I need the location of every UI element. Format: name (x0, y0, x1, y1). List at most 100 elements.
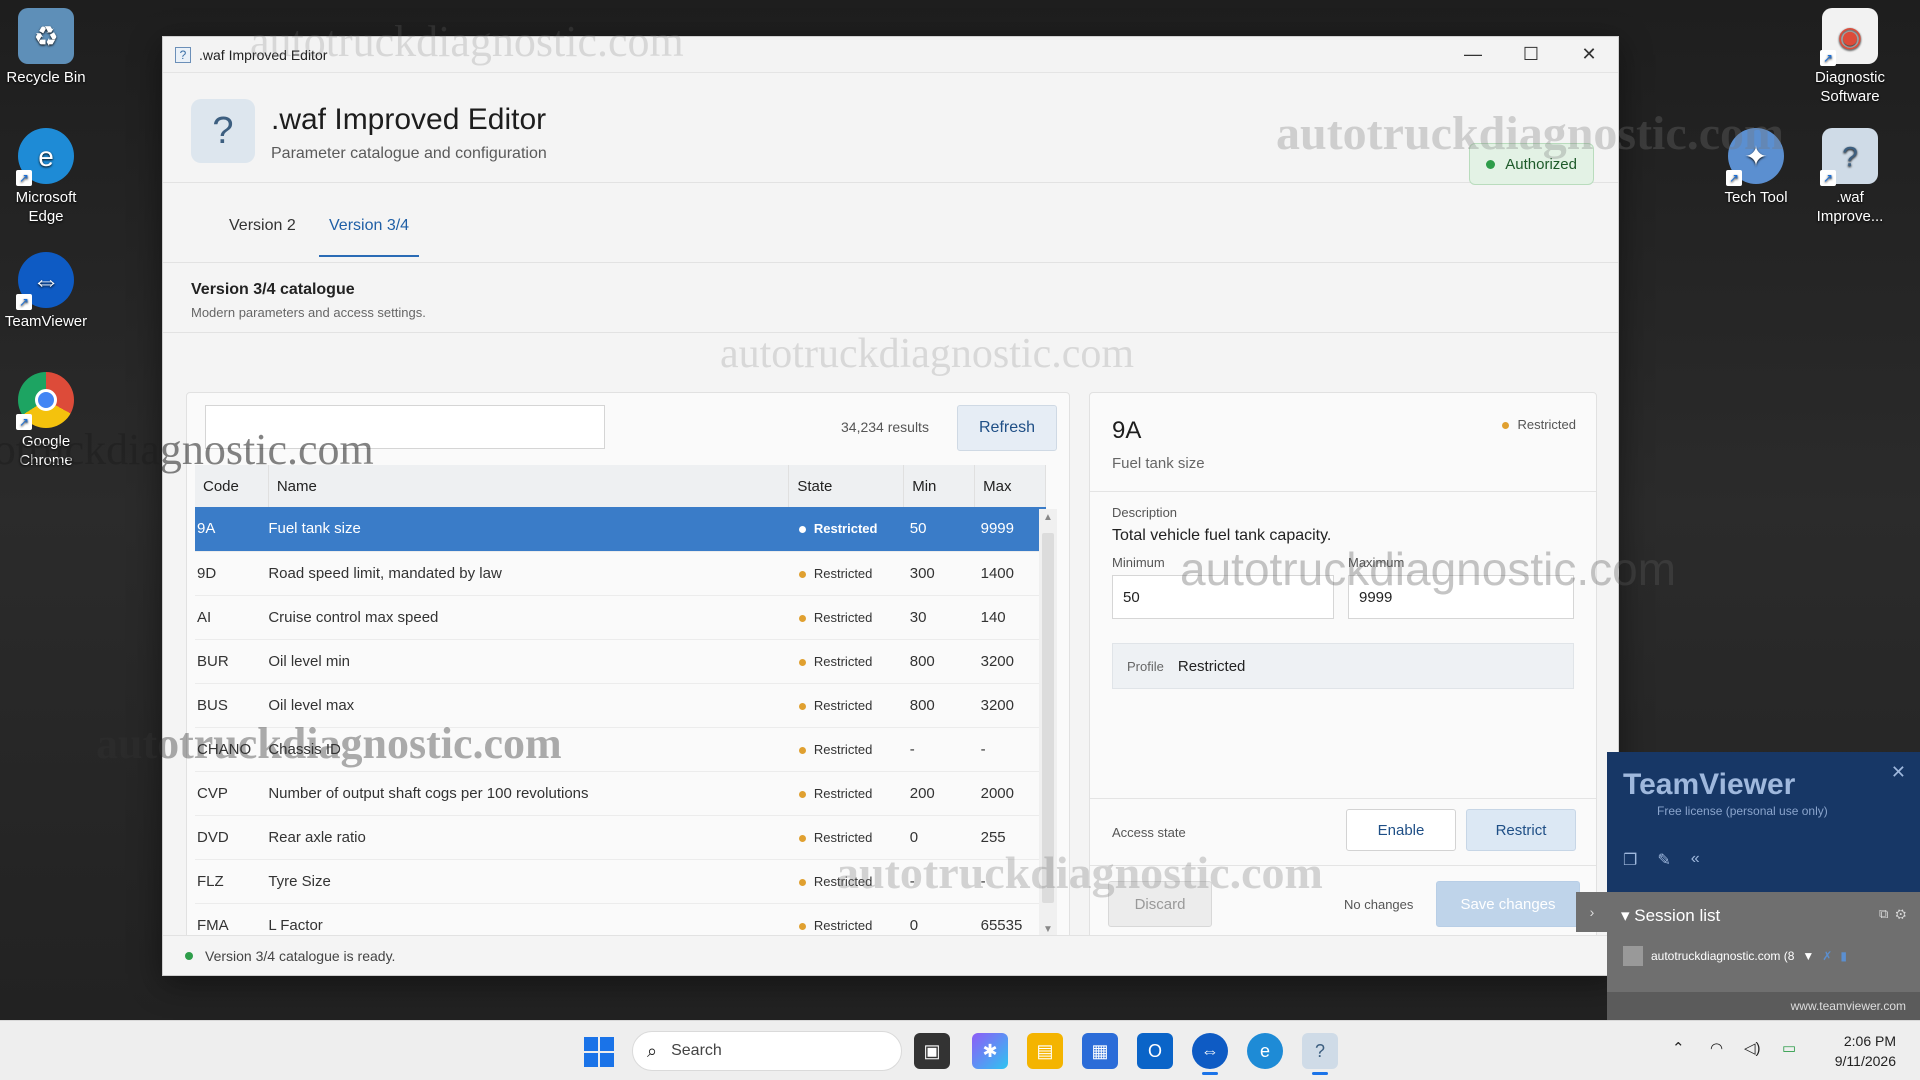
edge-taskbar-icon[interactable]: e (1247, 1033, 1283, 1069)
state-label: Restricted (813, 917, 873, 933)
session-trash-icon[interactable]: ▮ (1840, 949, 1847, 963)
outlook-icon[interactable]: O (1137, 1033, 1173, 1069)
session-list-item[interactable]: autotruckdiagnostic.com (8 ▼ ✗ ▮ (1623, 946, 1847, 966)
table-row[interactable]: BUS Oil level max Restricted 800 3200 (195, 683, 1046, 728)
session-list-header[interactable]: ▾ Session list (1621, 906, 1720, 926)
file-explorer-icon[interactable]: ▤ (1027, 1033, 1063, 1069)
cell-max: 9999 (974, 507, 1046, 552)
scrollbar-thumb[interactable] (1042, 533, 1054, 903)
refresh-button[interactable]: Refresh (957, 405, 1057, 451)
tab-version-3-4[interactable]: Version 3/4 (319, 217, 420, 257)
table-row[interactable]: DVD Rear axle ratio Restricted 0 255 (195, 815, 1046, 860)
column-header-min[interactable]: Min (903, 465, 976, 507)
desktop-icon-label: Microsoft Edge (15, 189, 77, 225)
discard-button[interactable]: Discard (1108, 881, 1212, 927)
parameter-detail-panel: 9A Fuel tank size Restricted Description… (1089, 392, 1597, 947)
table-scrollbar[interactable]: ▲ ▼ (1039, 509, 1057, 939)
state-label: Restricted (813, 829, 873, 845)
maximize-button[interactable]: ☐ (1502, 37, 1560, 73)
copilot-icon[interactable]: ✱ (972, 1033, 1008, 1069)
diagnostic-software-shortcut[interactable]: ◉ ↗ Diagnostic Software (1804, 8, 1896, 106)
cell-max: 255 (974, 815, 1046, 860)
collapse-icon[interactable]: « (1691, 850, 1700, 870)
column-header-max[interactable]: Max (974, 465, 1046, 507)
state-dot-icon (798, 570, 806, 578)
table-row[interactable]: 9A Fuel tank size Restricted 50 9999 (195, 507, 1046, 552)
cell-max: - (974, 859, 1046, 904)
tab-version-2[interactable]: Version 2 (229, 217, 296, 255)
session-panel-toggle-icon[interactable]: › (1576, 892, 1608, 932)
session-item-label: autotruckdiagnostic.com (8 (1651, 949, 1795, 963)
edge-icon: e ↗ (16, 128, 74, 186)
state-dot-icon (798, 922, 806, 930)
teamviewer-icon: ⇔ ↗ (16, 252, 74, 310)
save-changes-button[interactable]: Save changes (1436, 881, 1580, 927)
session-dropdown-icon[interactable]: ▼ (1802, 949, 1814, 963)
cell-name: Fuel tank size (268, 507, 789, 552)
cell-min: 300 (903, 551, 975, 596)
detail-status-label: Restricted (1517, 417, 1576, 432)
copy-icon[interactable]: ❐ (1623, 850, 1637, 870)
battery-icon[interactable]: ▭ (1782, 1039, 1796, 1057)
teamviewer-shortcut[interactable]: ⇔ ↗ TeamViewer (0, 252, 92, 331)
enable-button[interactable]: Enable (1346, 809, 1456, 851)
taskbar-clock[interactable]: 2:06 PM 9/11/2026 (1835, 1031, 1896, 1071)
cell-min: 30 (903, 595, 975, 640)
cell-max: - (974, 727, 1046, 772)
cell-name: Road speed limit, mandated by law (268, 551, 789, 596)
results-count: 34,234 results (841, 419, 929, 435)
chrome-shortcut[interactable]: ↗ Google Chrome (0, 372, 92, 470)
table-row[interactable]: CVP Number of output shaft cogs per 100 r… (195, 771, 1046, 816)
cell-min: 50 (903, 507, 975, 552)
profile-box: Profile Restricted (1112, 643, 1574, 689)
table-row[interactable]: 9D Road speed limit, mandated by law Restr… (195, 551, 1046, 596)
section-subtitle: Modern parameters and access settings. (191, 305, 426, 320)
app-small-icon: ? (175, 46, 191, 63)
session-tool-icon[interactable]: ✗ (1822, 949, 1832, 963)
settings-gear-icon[interactable]: ⚙ (1895, 906, 1906, 921)
start-button[interactable] (584, 1037, 614, 1067)
column-header-state[interactable]: State (788, 465, 905, 507)
task-view-icon[interactable]: ▣ (914, 1033, 950, 1069)
state-dot-icon (798, 614, 806, 622)
volume-icon[interactable]: ◁) (1744, 1039, 1761, 1057)
column-header-name[interactable]: Name (268, 465, 790, 507)
waf-editor-taskbar-icon[interactable]: ? (1302, 1033, 1338, 1075)
state-dot-icon (798, 878, 806, 886)
detail-code: 9A (1112, 417, 1142, 444)
wifi-icon[interactable]: ◠ (1710, 1039, 1723, 1057)
cell-state: Restricted (788, 815, 904, 860)
cell-max: 3200 (974, 683, 1046, 728)
state-dot-icon (798, 790, 806, 798)
microsoft-store-icon[interactable]: ▦ (1082, 1033, 1118, 1069)
teamviewer-taskbar-icon[interactable]: ⇔ (1192, 1033, 1228, 1075)
popout-icon[interactable]: ⧉ (1879, 906, 1888, 921)
teamviewer-close-icon[interactable]: ✕ (1891, 762, 1906, 783)
maximum-field[interactable] (1348, 575, 1574, 619)
app-header: ? .waf Improved Editor Parameter catalog… (163, 73, 1618, 185)
search-input[interactable] (205, 405, 605, 449)
close-button[interactable]: ✕ (1560, 37, 1618, 73)
minimum-label: Minimum (1112, 555, 1165, 570)
title-bar[interactable]: ? .waf Improved Editor — ☐ ✕ (163, 37, 1618, 73)
table-row[interactable]: FLZ Tyre Size Restricted - - (195, 859, 1046, 904)
taskbar-search[interactable]: ⌕ Search (632, 1031, 902, 1071)
minimum-field[interactable] (1112, 575, 1334, 619)
state-label: Restricted (813, 785, 873, 801)
minimize-button[interactable]: — (1444, 37, 1502, 73)
waf-editor-icon: ? ↗ (1820, 128, 1878, 186)
tech-tool-shortcut[interactable]: ✦ ↗ Tech Tool (1710, 128, 1802, 207)
cell-state: Restricted (788, 727, 904, 772)
scroll-up-icon[interactable]: ▲ (1039, 509, 1057, 527)
edge-shortcut[interactable]: e ↗ Microsoft Edge (0, 128, 92, 226)
cell-code: CVP (195, 771, 269, 816)
pin-icon[interactable]: ✎ (1657, 850, 1670, 870)
waf-editor-shortcut[interactable]: ? ↗ .waf Improve... (1804, 128, 1896, 226)
table-row[interactable]: CHANO Chassis ID Restricted - - (195, 727, 1046, 772)
restrict-button[interactable]: Restrict (1466, 809, 1576, 851)
table-row[interactable]: BUR Oil level min Restricted 800 3200 (195, 639, 1046, 684)
tray-overflow-icon[interactable]: ⌃ (1672, 1039, 1685, 1057)
recycle-bin-shortcut[interactable]: ♻ Recycle Bin (0, 8, 92, 87)
table-row[interactable]: AI Cruise control max speed Restricted 30 14… (195, 595, 1046, 640)
column-header-code[interactable]: Code (195, 465, 269, 507)
